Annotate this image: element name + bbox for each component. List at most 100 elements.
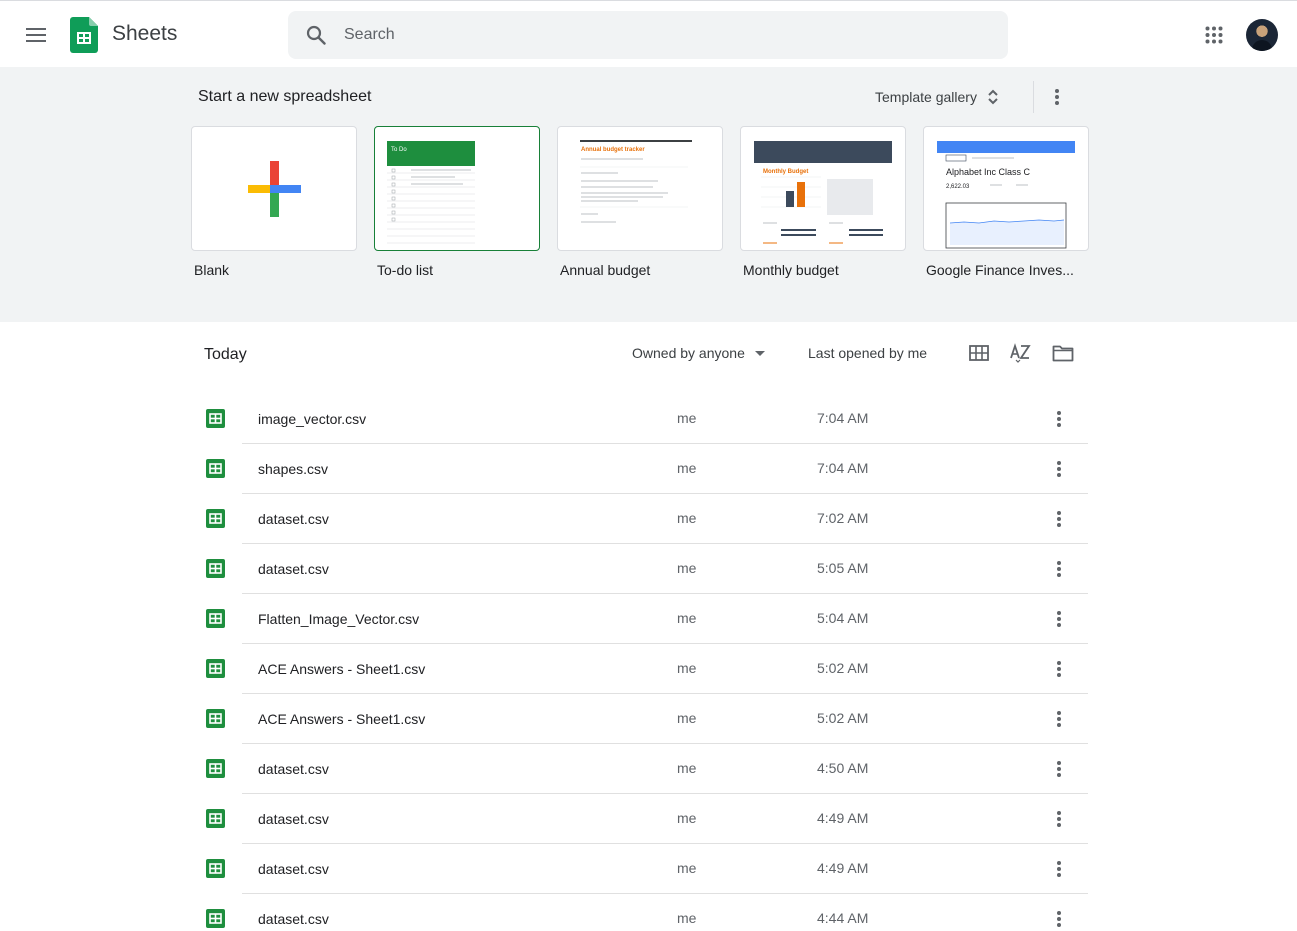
- file-row[interactable]: dataset.csv me 7:02 AM: [0, 494, 1297, 544]
- search-bar[interactable]: [288, 11, 1008, 59]
- file-row[interactable]: ACE Answers - Sheet1.csv me 5:02 AM: [0, 694, 1297, 744]
- more-vert-icon: [1057, 761, 1061, 777]
- template-more-button[interactable]: [1041, 81, 1073, 113]
- file-more-button[interactable]: [1043, 653, 1075, 685]
- template-thumbnail: [191, 126, 357, 251]
- file-row[interactable]: dataset.csv me 5:05 AM: [0, 544, 1297, 594]
- file-name: image_vector.csv: [258, 411, 367, 427]
- plus-icon: [248, 161, 301, 217]
- sheets-file-icon: [206, 759, 225, 778]
- file-more-button[interactable]: [1043, 453, 1075, 485]
- file-more-button[interactable]: [1043, 753, 1075, 785]
- file-more-button[interactable]: [1043, 703, 1075, 735]
- file-row[interactable]: ACE Answers - Sheet1.csv me 5:02 AM: [0, 644, 1297, 694]
- file-row[interactable]: dataset.csv me 4:50 AM: [0, 744, 1297, 794]
- file-owner: me: [677, 410, 697, 426]
- template-gallery-button[interactable]: Template gallery: [867, 81, 1007, 113]
- google-apps-button[interactable]: [1198, 19, 1230, 51]
- sort-az-icon: [1010, 343, 1031, 363]
- file-row[interactable]: shapes.csv me 7:04 AM: [0, 444, 1297, 494]
- template-card-label: To-do list: [377, 262, 434, 278]
- more-vert-icon: [1057, 511, 1061, 527]
- search-button[interactable]: [288, 11, 344, 59]
- open-file-picker-button[interactable]: [1045, 335, 1081, 371]
- more-vert-icon: [1057, 411, 1061, 427]
- file-name: shapes.csv: [258, 461, 329, 477]
- file-owner: me: [677, 660, 697, 676]
- file-more-button[interactable]: [1043, 603, 1075, 635]
- more-vert-icon: [1057, 711, 1061, 727]
- more-vert-icon: [1057, 561, 1061, 577]
- template-card-label: Google Finance Inves...: [926, 262, 1074, 278]
- file-name: dataset.csv: [258, 761, 329, 777]
- template-thumbnail: Monthly Budget: [740, 126, 906, 251]
- file-last-opened: 5:04 AM: [817, 610, 869, 626]
- template-card-monthly-budget[interactable]: Monthly Budget Monthly budget: [740, 126, 906, 278]
- file-name: ACE Answers - Sheet1.csv: [258, 711, 426, 727]
- file-row[interactable]: dataset.csv me 4:49 AM: [0, 844, 1297, 894]
- sheets-logo-icon[interactable]: [70, 17, 98, 53]
- more-vert-icon: [1057, 611, 1061, 627]
- owner-filter-dropdown[interactable]: Owned by anyone: [624, 338, 773, 368]
- file-more-button[interactable]: [1043, 553, 1075, 585]
- grid-view-button[interactable]: [961, 335, 997, 371]
- file-owner: me: [677, 910, 697, 926]
- template-card-google-finance[interactable]: Alphabet Inc Class C 2,622.03 Google Fin…: [923, 126, 1089, 278]
- template-card-annual-budget[interactable]: Annual budget tracker Annual budget: [557, 126, 723, 278]
- todo-thumb-lines: [387, 168, 475, 244]
- search-input[interactable]: [344, 26, 944, 44]
- sort-order-button[interactable]: Last opened by me: [800, 338, 935, 368]
- file-last-opened: 7:04 AM: [817, 460, 869, 476]
- template-card-label: Annual budget: [560, 262, 651, 278]
- file-more-button[interactable]: [1043, 403, 1075, 435]
- caret-down-icon: [754, 350, 765, 356]
- monthly-thumb-chart: [761, 176, 883, 244]
- sort-options-button[interactable]: [1003, 335, 1039, 371]
- file-more-button[interactable]: [1043, 503, 1075, 535]
- recent-files-list: image_vector.csv me 7:04 AM shapes.csv m…: [0, 394, 1297, 931]
- sort-order-label: Last opened by me: [808, 345, 928, 361]
- sheets-file-icon: [206, 809, 225, 828]
- file-more-button[interactable]: [1043, 803, 1075, 835]
- file-row[interactable]: dataset.csv me 4:44 AM: [0, 894, 1297, 931]
- account-avatar[interactable]: [1246, 19, 1278, 51]
- file-owner: me: [677, 610, 697, 626]
- template-thumbnail: To Do: [374, 126, 540, 251]
- file-owner: me: [677, 760, 697, 776]
- file-owner: me: [677, 810, 697, 826]
- file-row[interactable]: dataset.csv me 4:49 AM: [0, 794, 1297, 844]
- file-last-opened: 4:50 AM: [817, 760, 869, 776]
- main-menu-button[interactable]: [16, 18, 56, 52]
- finance-thumb-chart: [945, 154, 1067, 249]
- more-vert-icon: [1057, 811, 1061, 827]
- file-name: Flatten_Image_Vector.csv: [258, 611, 420, 627]
- file-last-opened: 5:05 AM: [817, 560, 869, 576]
- file-row[interactable]: Flatten_Image_Vector.csv me 5:04 AM: [0, 594, 1297, 644]
- template-thumbnail: Alphabet Inc Class C 2,622.03: [923, 126, 1089, 251]
- more-vert-icon: [1057, 911, 1061, 927]
- file-more-button[interactable]: [1043, 853, 1075, 885]
- owner-filter-label: Owned by anyone: [632, 345, 745, 361]
- app-name: Sheets: [112, 22, 178, 45]
- unfold-icon: [988, 89, 998, 105]
- file-name: dataset.csv: [258, 861, 329, 877]
- file-row[interactable]: image_vector.csv me 7:04 AM: [0, 394, 1297, 444]
- apps-grid-icon: [1205, 26, 1223, 44]
- sheets-file-icon: [206, 409, 225, 428]
- search-icon: [306, 25, 326, 45]
- sheets-file-icon: [206, 559, 225, 578]
- file-more-button[interactable]: [1043, 903, 1075, 931]
- sheets-file-icon: [206, 709, 225, 728]
- more-vert-icon: [1057, 461, 1061, 477]
- file-owner: me: [677, 710, 697, 726]
- file-owner: me: [677, 460, 697, 476]
- sheets-file-icon: [206, 909, 225, 928]
- top-app-bar: Sheets: [0, 0, 1297, 67]
- file-last-opened: 5:02 AM: [817, 710, 869, 726]
- file-name: dataset.csv: [258, 911, 329, 927]
- template-card-blank[interactable]: Blank: [191, 126, 357, 278]
- more-vert-icon: [1055, 89, 1059, 105]
- file-last-opened: 5:02 AM: [817, 660, 869, 676]
- template-card-todo[interactable]: To Do To-do list: [374, 126, 540, 278]
- folder-icon: [1052, 345, 1074, 362]
